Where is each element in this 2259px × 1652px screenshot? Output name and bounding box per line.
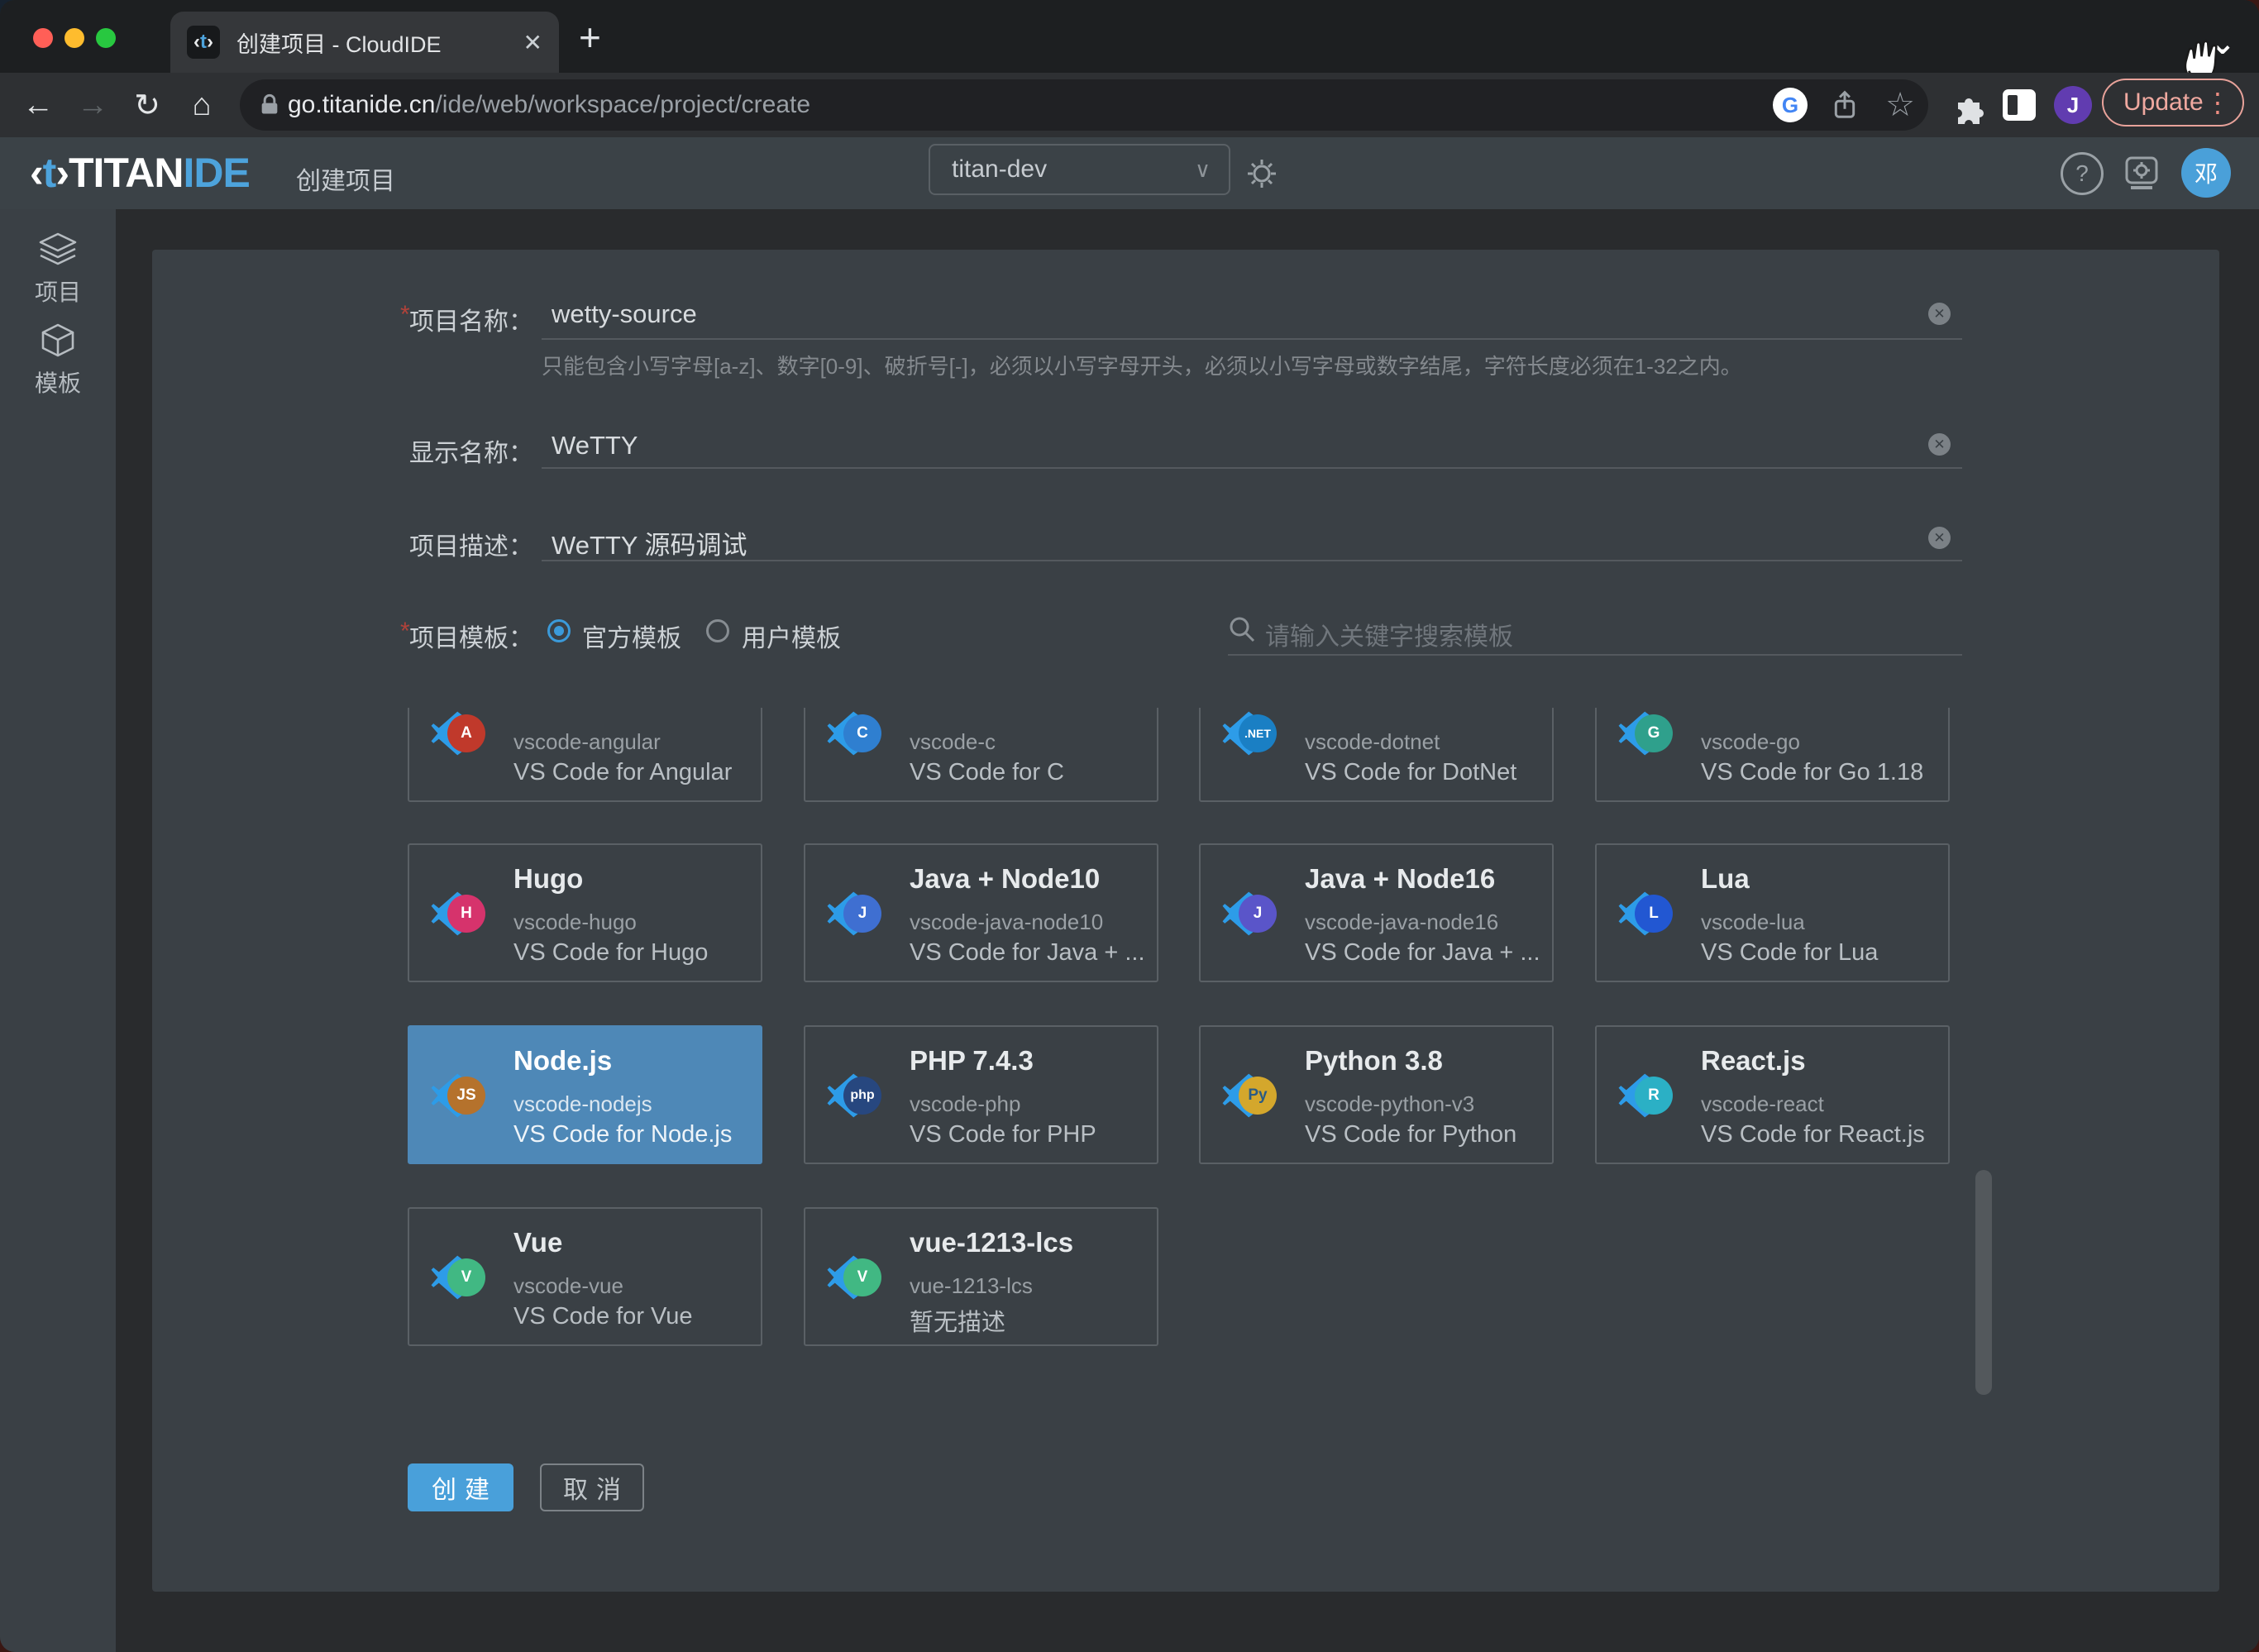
vscode-php-icon: php bbox=[827, 1068, 881, 1123]
console-settings-icon[interactable] bbox=[2117, 137, 2166, 209]
bookmark-star-icon[interactable]: ☆ bbox=[1885, 79, 1915, 131]
sidebar-item-projects[interactable]: 项目 bbox=[0, 232, 116, 308]
titanide-logo: ‹t›TITANIDE bbox=[30, 149, 250, 197]
vscode-java-node16-icon: J bbox=[1222, 886, 1277, 941]
tab-strip: ‹t› 创建项目 - CloudIDE ✕ + ⌄ bbox=[0, 0, 2259, 73]
template-card[interactable]: L Lua vscode-lua VS Code for Lua bbox=[1595, 843, 1950, 982]
vue-1213-lcs-icon: V bbox=[827, 1250, 881, 1305]
vscode-angular-icon: A bbox=[431, 708, 485, 761]
tab-close-icon[interactable]: ✕ bbox=[523, 29, 542, 56]
share-icon[interactable] bbox=[1831, 79, 1859, 131]
layers-icon bbox=[39, 232, 77, 267]
template-card-clip: .NET vscode-dotnet VS Code for DotNet bbox=[1199, 708, 1554, 802]
template-card[interactable]: V vue-1213-lcs vue-1213-lcs 暂无描述 bbox=[804, 1207, 1158, 1346]
settings-gear-icon[interactable] bbox=[1237, 137, 1287, 209]
browser-window: ‹t› 创建项目 - CloudIDE ✕ + ⌄ ← → ↻ ⌂ go.tit… bbox=[0, 0, 2259, 1652]
vscode-java-node10-icon: J bbox=[827, 886, 881, 941]
project-name-label: 项目名称： bbox=[273, 301, 533, 337]
vscode-react-icon: R bbox=[1618, 1068, 1673, 1123]
project-name-hint: 只能包含小写字母[a-z]、数字[0-9]、破折号[-]，必须以小写字母开头，必… bbox=[542, 350, 1742, 380]
browser-tab[interactable]: ‹t› 创建项目 - CloudIDE ✕ bbox=[170, 12, 559, 73]
traffic-zoom-button[interactable] bbox=[96, 28, 116, 48]
project-desc-input[interactable]: WeTTY 源码调试 bbox=[552, 524, 747, 561]
menu-dots-icon: ⋮ bbox=[2204, 87, 2231, 118]
lock-icon bbox=[258, 93, 281, 117]
forward-icon[interactable]: → bbox=[69, 73, 116, 137]
template-card[interactable]: G vscode-go VS Code for Go 1.18 bbox=[1595, 708, 1950, 802]
clear-input-icon[interactable]: ✕ bbox=[1928, 303, 1951, 325]
template-card[interactable]: A vscode-angular VS Code for Angular bbox=[408, 708, 762, 802]
traffic-minimize-button[interactable] bbox=[64, 28, 84, 48]
extensions-puzzle-icon[interactable] bbox=[1950, 88, 1986, 124]
sidebar: 项目 模板 bbox=[0, 209, 117, 1652]
url-text: go.titanide.cn/ide/web/workspace/project… bbox=[288, 91, 810, 119]
create-project-panel: * 项目名称： wetty-source ✕ 只能包含小写字母[a-z]、数字[… bbox=[152, 250, 2219, 1592]
radio-official-template[interactable] bbox=[547, 619, 571, 642]
search-icon bbox=[1228, 615, 1256, 643]
workspace-select[interactable]: titan-dev ∨ bbox=[929, 144, 1230, 195]
sidebar-item-templates[interactable]: 模板 bbox=[0, 323, 116, 399]
reload-icon[interactable]: ↻ bbox=[124, 73, 170, 137]
radio-user-label[interactable]: 用户模板 bbox=[742, 618, 841, 654]
vscode-go-icon: G bbox=[1618, 708, 1673, 761]
radio-official-label[interactable]: 官方模板 bbox=[582, 618, 681, 654]
vscode-hugo-icon: H bbox=[431, 886, 485, 941]
update-button[interactable]: Update ⋮ bbox=[2102, 79, 2244, 127]
traffic-close-button[interactable] bbox=[33, 28, 53, 48]
template-card[interactable]: Py Python 3.8 vscode-python-v3 VS Code f… bbox=[1199, 1025, 1554, 1164]
search-underline bbox=[1228, 654, 1962, 656]
sidepanel-icon[interactable] bbox=[2003, 89, 2036, 121]
template-card[interactable]: php PHP 7.4.3 vscode-php VS Code for PHP bbox=[804, 1025, 1158, 1164]
project-name-input[interactable]: wetty-source bbox=[552, 299, 697, 329]
vscode-c-icon: C bbox=[827, 708, 881, 761]
vscode-vue-icon: V bbox=[431, 1250, 485, 1305]
browser-profile-avatar[interactable]: J bbox=[2054, 86, 2092, 124]
user-avatar[interactable]: 邓 bbox=[2181, 148, 2231, 198]
input-underline bbox=[542, 467, 1962, 469]
template-card-clip: C vscode-c VS Code for C bbox=[804, 708, 1158, 802]
page-title: 创建项目 bbox=[296, 160, 395, 197]
scrollbar-thumb[interactable] bbox=[1975, 1170, 1992, 1395]
back-icon[interactable]: ← bbox=[15, 73, 61, 137]
help-icon[interactable]: ? bbox=[2061, 137, 2104, 209]
site-favicon: ‹t› bbox=[187, 26, 220, 59]
vscode-dotnet-icon: .NET bbox=[1222, 708, 1277, 761]
input-underline bbox=[542, 560, 1962, 561]
clear-input-icon[interactable]: ✕ bbox=[1928, 527, 1951, 549]
project-desc-label: 项目描述： bbox=[273, 526, 533, 562]
template-card[interactable]: R React.js vscode-react VS Code for Reac… bbox=[1595, 1025, 1950, 1164]
template-card[interactable]: C vscode-c VS Code for C bbox=[804, 708, 1158, 802]
template-card-clip: G vscode-go VS Code for Go 1.18 bbox=[1595, 708, 1950, 802]
template-card-clip: A vscode-angular VS Code for Angular bbox=[408, 708, 762, 802]
display-name-label: 显示名称： bbox=[273, 432, 533, 469]
clear-input-icon[interactable]: ✕ bbox=[1928, 433, 1951, 456]
create-button[interactable]: 创建 bbox=[408, 1463, 513, 1511]
tab-title: 创建项目 - CloudIDE bbox=[236, 26, 442, 59]
vscode-lua-icon: L bbox=[1618, 886, 1673, 941]
cancel-button[interactable]: 取消 bbox=[540, 1463, 644, 1511]
home-icon[interactable]: ⌂ bbox=[179, 73, 225, 137]
address-bar[interactable]: go.titanide.cn/ide/web/workspace/project… bbox=[240, 79, 1928, 131]
vscode-nodejs-icon: JS bbox=[431, 1068, 485, 1123]
display-name-input[interactable]: WeTTY bbox=[552, 431, 638, 461]
template-card[interactable]: J Java + Node10 vscode-java-node10 VS Co… bbox=[804, 843, 1158, 982]
google-icon[interactable]: G bbox=[1773, 79, 1808, 131]
browser-toolbar: ← → ↻ ⌂ go.titanide.cn/ide/web/workspace… bbox=[0, 73, 2259, 139]
project-template-label: 项目模板： bbox=[273, 618, 533, 654]
template-search-input[interactable]: 请输入关键字搜索模板 bbox=[1265, 616, 1513, 652]
radio-user-template[interactable] bbox=[706, 619, 729, 642]
template-card[interactable]: J Java + Node16 vscode-java-node16 VS Co… bbox=[1199, 843, 1554, 982]
template-card[interactable]: .NET vscode-dotnet VS Code for DotNet bbox=[1199, 708, 1554, 802]
input-underline bbox=[542, 338, 1962, 340]
template-card[interactable]: H Hugo vscode-hugo VS Code for Hugo bbox=[408, 843, 762, 982]
app-header: ‹t›TITANIDE 创建项目 titan-dev ∨ ? 邓 bbox=[0, 137, 2259, 211]
template-card-selected[interactable]: JS Node.js vscode-nodejs VS Code for Nod… bbox=[408, 1025, 762, 1164]
new-tab-button[interactable]: + bbox=[579, 18, 601, 56]
chevron-down-icon: ∨ bbox=[1195, 157, 1211, 183]
vscode-python-icon: Py bbox=[1222, 1068, 1277, 1123]
template-card[interactable]: V Vue vscode-vue VS Code for Vue bbox=[408, 1207, 762, 1346]
cube-icon bbox=[40, 323, 76, 358]
